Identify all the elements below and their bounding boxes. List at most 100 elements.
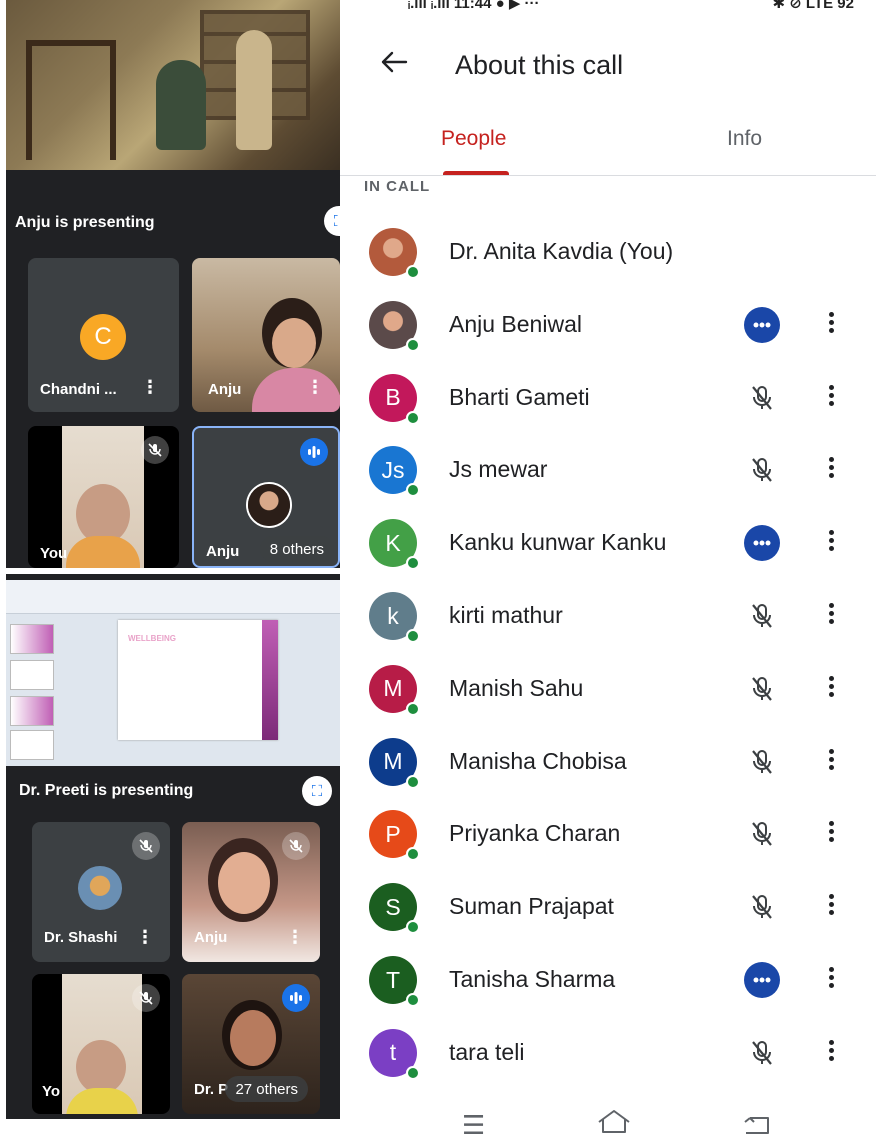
participant-row[interactable]: S Suman Prajapat bbox=[340, 883, 876, 956]
presenting-label: Dr. Preeti is presenting bbox=[19, 782, 194, 799]
more-options-icon[interactable]: ⋮ bbox=[286, 927, 304, 948]
participant-tile-shashi[interactable]: Dr. Shashi ⋮ bbox=[32, 822, 170, 962]
participant-name: Bharti Gameti bbox=[449, 383, 590, 410]
more-options-icon[interactable] bbox=[826, 818, 836, 850]
meeting-collage: Anju is presenting ⛶ C Chandni ... ⋮ Anj… bbox=[0, 0, 340, 1139]
back-arrow-icon[interactable] bbox=[380, 48, 408, 82]
slide-accent-bar bbox=[262, 620, 278, 740]
menu-nav-icon[interactable]: ☰ bbox=[462, 1110, 485, 1139]
online-status-dot bbox=[406, 774, 420, 789]
participant-name: Tanisha Sharma bbox=[449, 966, 616, 992]
about-call-screen: ᵢ.ııl ᵢ.ııl 11:44 ● ▶ ··· ✱ ⊘ LTE 92 Abo… bbox=[340, 0, 876, 1139]
participant-row[interactable]: M Manish Sahu bbox=[340, 664, 876, 738]
person-face bbox=[76, 1040, 126, 1094]
participant-name: Priyanka Charan bbox=[449, 820, 621, 847]
participant-tile-anju[interactable]: Anju ⋮ bbox=[192, 258, 340, 412]
online-status-dot bbox=[406, 920, 420, 935]
tab-divider bbox=[340, 175, 876, 176]
meeting-screen-2: WELLBEING Dr. Preeti is presenting ⛶ Dr.… bbox=[6, 574, 340, 1119]
mic-off-icon bbox=[744, 380, 780, 416]
person-face bbox=[230, 1010, 276, 1066]
participant-tile-anju-avatar[interactable]: Anju 8 others bbox=[192, 426, 340, 568]
avatar: B bbox=[369, 373, 420, 425]
participant-row[interactable]: K Kanku kunwar Kanku bbox=[340, 519, 876, 592]
avatar: M bbox=[369, 737, 420, 789]
participant-row[interactable]: Anju Beniwal bbox=[340, 300, 876, 374]
person-body bbox=[252, 368, 340, 412]
speaking-icon bbox=[744, 525, 780, 562]
tile-name: You bbox=[40, 545, 68, 562]
participant-tile-chandni[interactable]: C Chandni ... ⋮ bbox=[28, 258, 179, 412]
tab-people[interactable]: People bbox=[441, 127, 506, 151]
online-status-dot bbox=[406, 701, 420, 716]
participant-row[interactable]: B Bharti Gameti bbox=[340, 373, 876, 447]
tab-info[interactable]: Info bbox=[727, 127, 762, 151]
mic-off-icon bbox=[744, 598, 780, 634]
tile-name: Dr. Shashi bbox=[44, 929, 118, 946]
participant-row[interactable]: T Tanisha Sharma bbox=[340, 956, 876, 1029]
mic-off-icon bbox=[744, 889, 780, 925]
participant-tile-anju-2[interactable]: Anju ⋮ bbox=[182, 822, 320, 962]
slide-thumb bbox=[10, 696, 54, 726]
slide-thumb bbox=[10, 624, 54, 654]
speaking-icon bbox=[300, 438, 328, 466]
self-video bbox=[62, 426, 144, 568]
more-options-icon[interactable] bbox=[826, 891, 836, 923]
slide-title: WELLBEING bbox=[128, 634, 176, 643]
more-options-icon[interactable] bbox=[826, 673, 836, 705]
participant-name: Manisha Chobisa bbox=[449, 747, 627, 774]
section-header: IN CALL bbox=[364, 178, 431, 195]
participant-row[interactable]: Js Js mewar bbox=[340, 446, 876, 519]
participant-row[interactable]: k kirti mathur bbox=[340, 592, 876, 665]
mic-off-icon bbox=[744, 816, 780, 852]
more-options-icon[interactable] bbox=[826, 746, 836, 778]
participant-row[interactable]: M Manisha Chobisa bbox=[340, 737, 876, 811]
more-options-icon[interactable]: ⋮ bbox=[136, 927, 154, 948]
participant-row[interactable]: P Priyanka Charan bbox=[340, 810, 876, 883]
status-left: ᵢ.ııl ᵢ.ııl 11:44 ● ▶ ··· bbox=[408, 0, 540, 12]
avatar bbox=[78, 866, 122, 910]
more-options-icon[interactable] bbox=[826, 1037, 836, 1069]
online-status-dot bbox=[406, 556, 420, 571]
fullscreen-icon[interactable]: ⛶ bbox=[302, 776, 332, 806]
more-options-icon[interactable] bbox=[826, 600, 836, 632]
mic-off-icon bbox=[744, 671, 780, 707]
online-status-dot bbox=[406, 410, 420, 425]
scene-chair bbox=[26, 40, 116, 160]
more-options-icon[interactable] bbox=[826, 454, 836, 486]
meeting-screen-1: Anju is presenting ⛶ C Chandni ... ⋮ Anj… bbox=[6, 0, 340, 568]
participant-tile-you[interactable]: You bbox=[28, 426, 179, 568]
more-options-icon[interactable] bbox=[826, 527, 836, 559]
more-options-icon[interactable] bbox=[826, 964, 836, 996]
participant-name: Anju Beniwal bbox=[449, 310, 582, 337]
participant-row[interactable]: Dr. Anita Kavdia (You) bbox=[340, 228, 876, 301]
others-count[interactable]: 27 others bbox=[225, 1076, 308, 1102]
participant-name: tara teli bbox=[449, 1038, 525, 1065]
participant-tile-you-2[interactable]: Yo bbox=[32, 974, 170, 1114]
others-count[interactable]: 8 others bbox=[259, 536, 334, 562]
status-right: ✱ ⊘ LTE 92 bbox=[772, 0, 854, 12]
avatar: M bbox=[369, 664, 420, 716]
scene-person-2 bbox=[236, 30, 272, 150]
slide-thumb bbox=[10, 730, 54, 760]
avatar bbox=[246, 482, 292, 528]
person-face bbox=[76, 484, 130, 544]
more-options-icon[interactable]: ⋮ bbox=[306, 377, 324, 398]
avatar: C bbox=[80, 314, 126, 360]
person-body bbox=[66, 1088, 138, 1114]
back-nav-icon[interactable] bbox=[742, 1112, 772, 1139]
home-nav-icon[interactable] bbox=[596, 1108, 632, 1139]
avatar: S bbox=[369, 883, 420, 935]
fullscreen-icon[interactable]: ⛶ bbox=[324, 206, 340, 236]
participant-name: Manish Sahu bbox=[449, 674, 584, 701]
tile-name: Dr. P bbox=[194, 1081, 229, 1098]
presented-slide[interactable]: WELLBEING bbox=[6, 580, 340, 766]
more-options-icon[interactable] bbox=[826, 382, 836, 414]
participant-tile-preeti[interactable]: Dr. P 27 others bbox=[182, 974, 320, 1114]
presented-video[interactable] bbox=[6, 0, 340, 170]
ppt-ribbon bbox=[6, 580, 340, 614]
more-options-icon[interactable] bbox=[826, 309, 836, 341]
more-options-icon[interactable]: ⋮ bbox=[141, 377, 159, 398]
avatar: Js bbox=[369, 446, 420, 498]
participant-row[interactable]: t tara teli bbox=[340, 1028, 876, 1102]
